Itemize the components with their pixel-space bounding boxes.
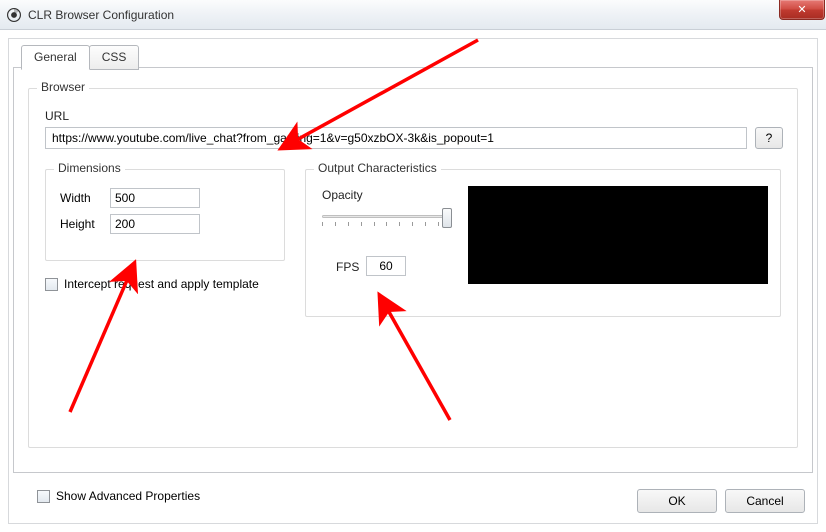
- slider-track: [322, 215, 452, 218]
- window-title: CLR Browser Configuration: [28, 8, 174, 22]
- close-icon: ✕: [797, 3, 806, 16]
- close-button[interactable]: ✕: [779, 0, 825, 20]
- group-dimensions-legend: Dimensions: [54, 161, 125, 175]
- url-label: URL: [45, 109, 69, 123]
- group-output: Output Characteristics Opacity FPS: [305, 169, 781, 317]
- slider-thumb[interactable]: [442, 208, 452, 228]
- show-advanced-row: Show Advanced Properties: [37, 489, 200, 503]
- tab-general[interactable]: General: [21, 45, 90, 70]
- show-advanced-label: Show Advanced Properties: [56, 489, 200, 503]
- fps-input[interactable]: [366, 256, 406, 276]
- preview-pane: [468, 186, 768, 284]
- width-input[interactable]: [110, 188, 200, 208]
- app-icon: [6, 7, 22, 23]
- height-label: Height: [60, 217, 110, 231]
- titlebar: CLR Browser Configuration ✕: [0, 0, 826, 30]
- group-browser-legend: Browser: [37, 80, 89, 94]
- ok-button[interactable]: OK: [637, 489, 717, 513]
- row-width: Width: [60, 188, 200, 208]
- intercept-checkbox-row: Intercept request and apply template: [45, 277, 259, 291]
- intercept-label: Intercept request and apply template: [64, 277, 259, 291]
- help-icon: ?: [766, 131, 773, 145]
- height-input[interactable]: [110, 214, 200, 234]
- tab-css[interactable]: CSS: [89, 45, 140, 70]
- intercept-checkbox[interactable]: [45, 278, 58, 291]
- client-area: General CSS Browser URL ? Dimensions Wid…: [8, 38, 818, 524]
- row-height: Height: [60, 214, 200, 234]
- tab-page-general: Browser URL ? Dimensions Width Height: [13, 67, 813, 473]
- slider-ticks: [322, 222, 452, 228]
- url-help-button[interactable]: ?: [755, 127, 783, 149]
- opacity-label: Opacity: [322, 188, 363, 202]
- group-browser: Browser URL ? Dimensions Width Height: [28, 88, 798, 448]
- cancel-button[interactable]: Cancel: [725, 489, 805, 513]
- tabstrip: General CSS: [21, 45, 138, 70]
- width-label: Width: [60, 191, 110, 205]
- group-output-legend: Output Characteristics: [314, 161, 441, 175]
- opacity-slider[interactable]: [322, 206, 452, 228]
- group-dimensions: Dimensions Width Height: [45, 169, 285, 261]
- show-advanced-checkbox[interactable]: [37, 490, 50, 503]
- fps-label: FPS: [336, 260, 359, 274]
- url-input[interactable]: [45, 127, 747, 149]
- dialog-footer: OK Cancel: [637, 489, 805, 513]
